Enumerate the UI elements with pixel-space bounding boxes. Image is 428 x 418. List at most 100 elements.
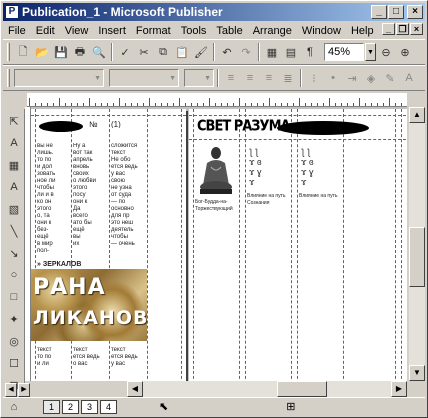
save-icon[interactable]: 💾 <box>52 43 70 61</box>
special-characters-icon[interactable]: ¶ <box>301 43 319 61</box>
text-box-icon[interactable]: A <box>4 133 24 153</box>
cut-icon[interactable]: ✂ <box>135 43 153 61</box>
print-preview-icon[interactable]: 🔍 <box>90 43 108 61</box>
menu-tools[interactable]: Tools <box>176 25 212 37</box>
minimize-button[interactable]: _ <box>371 5 387 19</box>
publication-workspace[interactable]: № (1) вы не лишь. то по и дол зовать ное ли чт… <box>31 107 407 381</box>
menu-edit[interactable]: Edit <box>31 25 60 37</box>
document-controls: _ ❐ × <box>382 23 423 35</box>
headline[interactable]: СВЕТ РАЗУМА <box>197 118 291 135</box>
ruler-tick <box>47 103 48 106</box>
title-bar[interactable]: P Publication_1 - Microsoft Publisher _ … <box>3 3 425 21</box>
page-1-button[interactable]: 1 <box>43 399 60 414</box>
page-2-button[interactable]: 2 <box>62 399 79 414</box>
bullets-icon[interactable]: • <box>324 69 342 87</box>
text-column-6[interactable]: текст ется ведь у вас <box>111 347 145 381</box>
indent-icon[interactable]: ⇥ <box>343 69 361 87</box>
toolbar-grip-2[interactable] <box>7 69 10 87</box>
form-control-icon[interactable]: ☐ <box>4 353 24 373</box>
format-painter-icon[interactable]: 🖌 <box>192 43 210 61</box>
menu-window[interactable]: Window <box>297 25 346 37</box>
left-page[interactable]: № (1) вы не лишь. то по и дол зовать ное ли чт… <box>31 109 186 381</box>
right-page[interactable]: СВЕТ РАЗУМА Бог-Будда-на-Торжествующий ƪ… <box>189 109 407 381</box>
text-column-5[interactable]: текст ется ведь о вас <box>73 347 107 381</box>
banner-image[interactable]: РАНА ЛИКАНОВ <box>31 269 147 341</box>
wordart-icon[interactable]: A <box>4 177 24 197</box>
text-column-4[interactable]: текст то по и ли <box>37 347 69 381</box>
doc-close-button[interactable]: × <box>410 23 423 35</box>
menu-help[interactable]: Help <box>346 25 379 37</box>
style-select[interactable]: ▼ <box>14 69 104 87</box>
ruler-tick <box>377 103 378 106</box>
insert-picture-icon[interactable]: ▤ <box>282 43 300 61</box>
font-size-select[interactable]: ▼ <box>184 69 214 87</box>
menu-arrange[interactable]: Arrange <box>248 25 297 37</box>
symbols-column-2[interactable]: ƪ ƪɤ ɞɤ ɣɤ <box>249 147 289 187</box>
oval-icon[interactable]: ○ <box>4 265 24 285</box>
font-select[interactable]: ▼ <box>109 69 179 87</box>
menu-table[interactable]: Table <box>211 25 247 37</box>
vertical-scrollbar[interactable]: ▲ ▼ <box>409 107 425 381</box>
copy-icon[interactable]: ⧉ <box>154 43 172 61</box>
line-color-icon[interactable]: ✎ <box>381 69 399 87</box>
horizontal-ruler[interactable] <box>27 93 407 107</box>
status-bar: 1 2 3 4 ⬉ ⊞ <box>3 397 425 415</box>
table-frame-icon[interactable]: ▦ <box>4 155 24 175</box>
publisher-app-icon[interactable]: P <box>5 5 19 19</box>
undo-icon[interactable]: ↶ <box>218 43 236 61</box>
scroll-down-button[interactable]: ▼ <box>409 365 425 381</box>
text-column-2[interactable]: Ну а вот так апрель вновь своих о любви этого п… <box>73 143 107 261</box>
scroll-prev-icon[interactable]: ◀ <box>5 383 17 397</box>
menu-insert[interactable]: Insert <box>93 25 131 37</box>
zoom-in-icon[interactable]: ⊕ <box>396 43 414 61</box>
close-button[interactable]: × <box>407 5 423 19</box>
scroll-next-icon[interactable]: ▶ <box>18 383 30 397</box>
scroll-left-button[interactable]: ◀ <box>127 381 143 397</box>
zoom-input[interactable]: 45% <box>324 43 364 61</box>
menu-view[interactable]: View <box>60 25 94 37</box>
align-left-icon[interactable]: ≡ <box>222 69 240 87</box>
open-icon[interactable]: 📂 <box>33 43 51 61</box>
page-3-button[interactable]: 3 <box>81 399 98 414</box>
numbering-icon[interactable]: ⁝ <box>305 69 323 87</box>
insert-table-icon[interactable]: ▦ <box>263 43 281 61</box>
doc-restore-button[interactable]: ❐ <box>396 23 409 35</box>
line-icon[interactable]: ╲ <box>4 221 24 241</box>
standard-toolbar: 🗋 📂 💾 🖶 🔍 ✓ ✂ ⧉ 📋 🖌 ↶ ↷ ▦ ▤ ¶ 45% ▼ ⊖ ⊕ <box>3 39 425 65</box>
align-right-icon[interactable]: ≡ <box>260 69 278 87</box>
ruler-tick <box>41 103 42 106</box>
text-column-1[interactable]: вы не лишь. то по и дол зовать ное ли чтобы ли … <box>37 143 69 261</box>
page-4-button[interactable]: 4 <box>100 399 117 414</box>
font-color-icon[interactable]: A <box>400 69 418 87</box>
horizontal-scrollbar[interactable]: ◀ ▶ <box>127 381 407 397</box>
fill-color-icon[interactable]: ◈ <box>362 69 380 87</box>
toolbar-grip[interactable] <box>7 43 10 61</box>
zoom-dropdown-icon[interactable]: ▼ <box>365 43 376 61</box>
doc-minimize-button[interactable]: _ <box>382 23 395 35</box>
buddha-image[interactable] <box>197 145 235 195</box>
menu-format[interactable]: Format <box>131 25 176 37</box>
maximize-button[interactable]: □ <box>388 5 404 19</box>
paste-icon[interactable]: 📋 <box>173 43 191 61</box>
align-center-icon[interactable]: ≡ <box>241 69 259 87</box>
new-icon[interactable]: 🗋 <box>14 43 32 61</box>
ruler-tick <box>293 103 294 106</box>
rectangle-icon[interactable]: □ <box>4 287 24 307</box>
horizontal-scroll-thumb[interactable] <box>277 381 327 397</box>
hot-spot-icon[interactable]: ◎ <box>4 331 24 351</box>
justify-icon[interactable]: ≣ <box>279 69 297 87</box>
pointer-icon[interactable]: ⇱ <box>4 111 24 131</box>
picture-frame-icon[interactable]: ▧ <box>4 199 24 219</box>
autoshapes-icon[interactable]: ✦ <box>4 309 24 329</box>
zoom-out-icon[interactable]: ⊖ <box>377 43 395 61</box>
scroll-right-button[interactable]: ▶ <box>391 381 407 397</box>
spelling-icon[interactable]: ✓ <box>116 43 134 61</box>
symbols-column-3[interactable]: ƪ ƪɤ ɞɤ ɣɤ <box>301 147 341 187</box>
menu-file[interactable]: File <box>3 25 31 37</box>
arrow-icon[interactable]: ↘ <box>4 243 24 263</box>
vertical-scroll-thumb[interactable] <box>409 227 425 287</box>
redo-icon[interactable]: ↷ <box>237 43 255 61</box>
print-icon[interactable]: 🖶 <box>71 43 89 61</box>
text-column-3[interactable]: сложится текст Не обо ется ведь у вас свою не … <box>111 143 145 261</box>
scroll-up-button[interactable]: ▲ <box>409 107 425 123</box>
